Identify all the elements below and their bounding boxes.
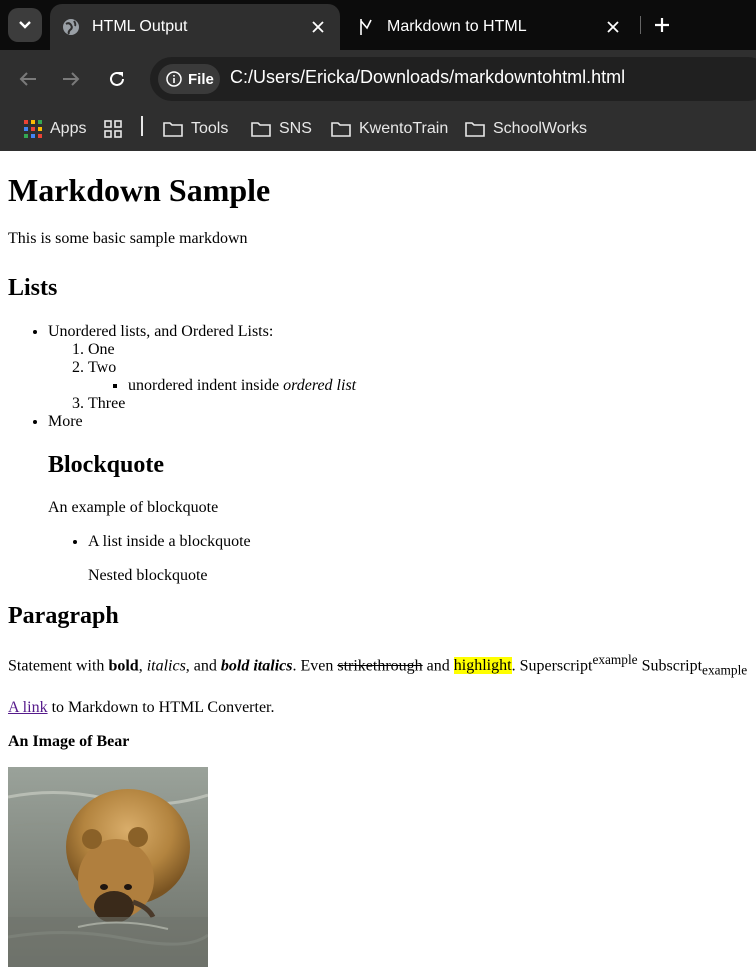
bookmarks-bar: Apps Tools SNS KwentoTrain SchoolWorks (0, 108, 756, 151)
tab-strip: HTML Output Markdown to HTML (0, 0, 756, 50)
bookmark-kwentotrain[interactable]: KwentoTrain (331, 115, 448, 143)
bookmarks-divider (141, 116, 143, 136)
text-run: . Superscript (511, 657, 593, 675)
reload-button[interactable] (104, 66, 130, 92)
text-run: , and (185, 657, 221, 675)
browser-chrome: HTML Output Markdown to HTML File C:/Use… (0, 0, 756, 151)
bookmark-label: Apps (50, 120, 87, 137)
chevron-down-icon (19, 21, 31, 29)
ordered-list: One Two unordered indent inside ordered … (48, 341, 756, 413)
intro-text: This is some basic sample markdown (8, 230, 248, 247)
forward-button[interactable] (58, 66, 84, 92)
new-tab-button[interactable] (650, 12, 674, 38)
apps-grid-icon (24, 120, 42, 138)
close-tab-icon[interactable] (308, 17, 328, 37)
tab-groups-button[interactable] (104, 115, 130, 143)
strikethrough-text: strikethrough (337, 657, 423, 675)
paragraph-heading: Paragraph (8, 603, 119, 629)
link-paragraph: A link to Markdown to HTML Converter. (8, 699, 756, 717)
chip-label: File (188, 70, 214, 88)
list-item: A list inside a blockquote (88, 533, 716, 551)
list-item: Two unordered indent inside ordered list (88, 359, 756, 395)
paragraph-statement: Statement with bold, italics, and bold i… (8, 650, 756, 681)
url-text[interactable]: C:/Users/Ericka/Downloads/markdowntohtml… (230, 67, 625, 88)
text-run: and (422, 657, 454, 675)
bookmark-label: SchoolWorks (493, 120, 587, 137)
folder-icon (163, 122, 183, 137)
list-item: Three (88, 395, 756, 413)
blockquote-list: A list inside a blockquote (48, 533, 716, 551)
close-tab-icon[interactable] (603, 17, 623, 37)
grid-icon (104, 120, 122, 138)
bookmark-schoolworks[interactable]: SchoolWorks (465, 115, 587, 143)
tab-label: Markdown to HTML (387, 18, 527, 35)
site-info-chip[interactable]: File (158, 64, 220, 94)
folder-icon (251, 122, 271, 137)
bookmark-label: Tools (191, 120, 229, 137)
lists-heading: Lists (8, 275, 58, 301)
tab-divider (640, 16, 641, 34)
tab-html-output[interactable]: HTML Output (50, 4, 340, 50)
forward-arrow-icon (63, 72, 80, 86)
unordered-list: Unordered lists, and Ordered Lists: One … (8, 323, 756, 431)
folder-icon (331, 122, 351, 137)
markdown-logo-icon (357, 18, 375, 36)
highlighted-text: highlight (453, 657, 512, 675)
subscript-text: example (702, 662, 748, 678)
tab-search-button[interactable] (8, 8, 42, 42)
link-rest-text: to Markdown to HTML Converter. (47, 698, 275, 716)
page-content: Markdown Sample This is some basic sampl… (8, 151, 756, 967)
list-item: One (88, 341, 756, 359)
text-run: Statement with (8, 657, 109, 675)
italic-text: italics (146, 657, 186, 675)
nested-text: unordered indent inside (128, 377, 284, 394)
page-title: Markdown Sample (8, 172, 271, 208)
folder-icon (465, 122, 485, 137)
bold-italic-text: bold italics (220, 657, 293, 675)
bookmark-tools[interactable]: Tools (163, 115, 228, 143)
blockquote-text: An example of blockquote (48, 499, 219, 516)
address-bar[interactable]: File C:/Users/Ericka/Downloads/markdownt… (150, 57, 756, 101)
list-item: More (48, 413, 756, 431)
tab-markdown-to-html[interactable]: Markdown to HTML (345, 4, 635, 50)
back-arrow-icon (19, 72, 36, 86)
bookmark-label: KwentoTrain (359, 120, 449, 137)
text-run: Subscript (637, 657, 703, 675)
bookmark-apps[interactable]: Apps (24, 115, 86, 143)
list-item: Unordered lists, and Ordered Lists: One … (48, 323, 756, 413)
tab-label: HTML Output (92, 18, 188, 35)
superscript-text: example (592, 652, 638, 667)
bookmark-label: SNS (279, 120, 312, 137)
plus-icon (655, 18, 669, 32)
text-run: . Even (292, 657, 338, 675)
blockquote-heading: Blockquote (48, 452, 165, 478)
bookmark-sns[interactable]: SNS (251, 115, 312, 143)
list-item: unordered indent inside ordered list (128, 377, 756, 395)
bold-text: bold (108, 657, 139, 675)
globe-icon (62, 18, 80, 36)
bear-image (8, 766, 208, 967)
list-item-text: Two (88, 359, 117, 376)
toolbar: File C:/Users/Ericka/Downloads/markdownt… (0, 50, 756, 108)
blockquote: Blockquote An example of blockquote A li… (48, 451, 716, 585)
nested-blockquote: Nested blockquote (88, 567, 676, 585)
nested-italic: ordered list (283, 377, 357, 394)
nested-list: unordered indent inside ordered list (88, 377, 756, 395)
image-caption: An Image of Bear (8, 732, 130, 750)
reload-icon (110, 71, 124, 86)
converter-link[interactable]: A link (8, 699, 48, 716)
info-icon (166, 71, 182, 87)
back-button[interactable] (15, 66, 41, 92)
list-item-text: Unordered lists, and Ordered Lists: (48, 323, 274, 340)
text-run: , (138, 657, 147, 675)
nested-blockquote-text: Nested blockquote (88, 567, 208, 584)
